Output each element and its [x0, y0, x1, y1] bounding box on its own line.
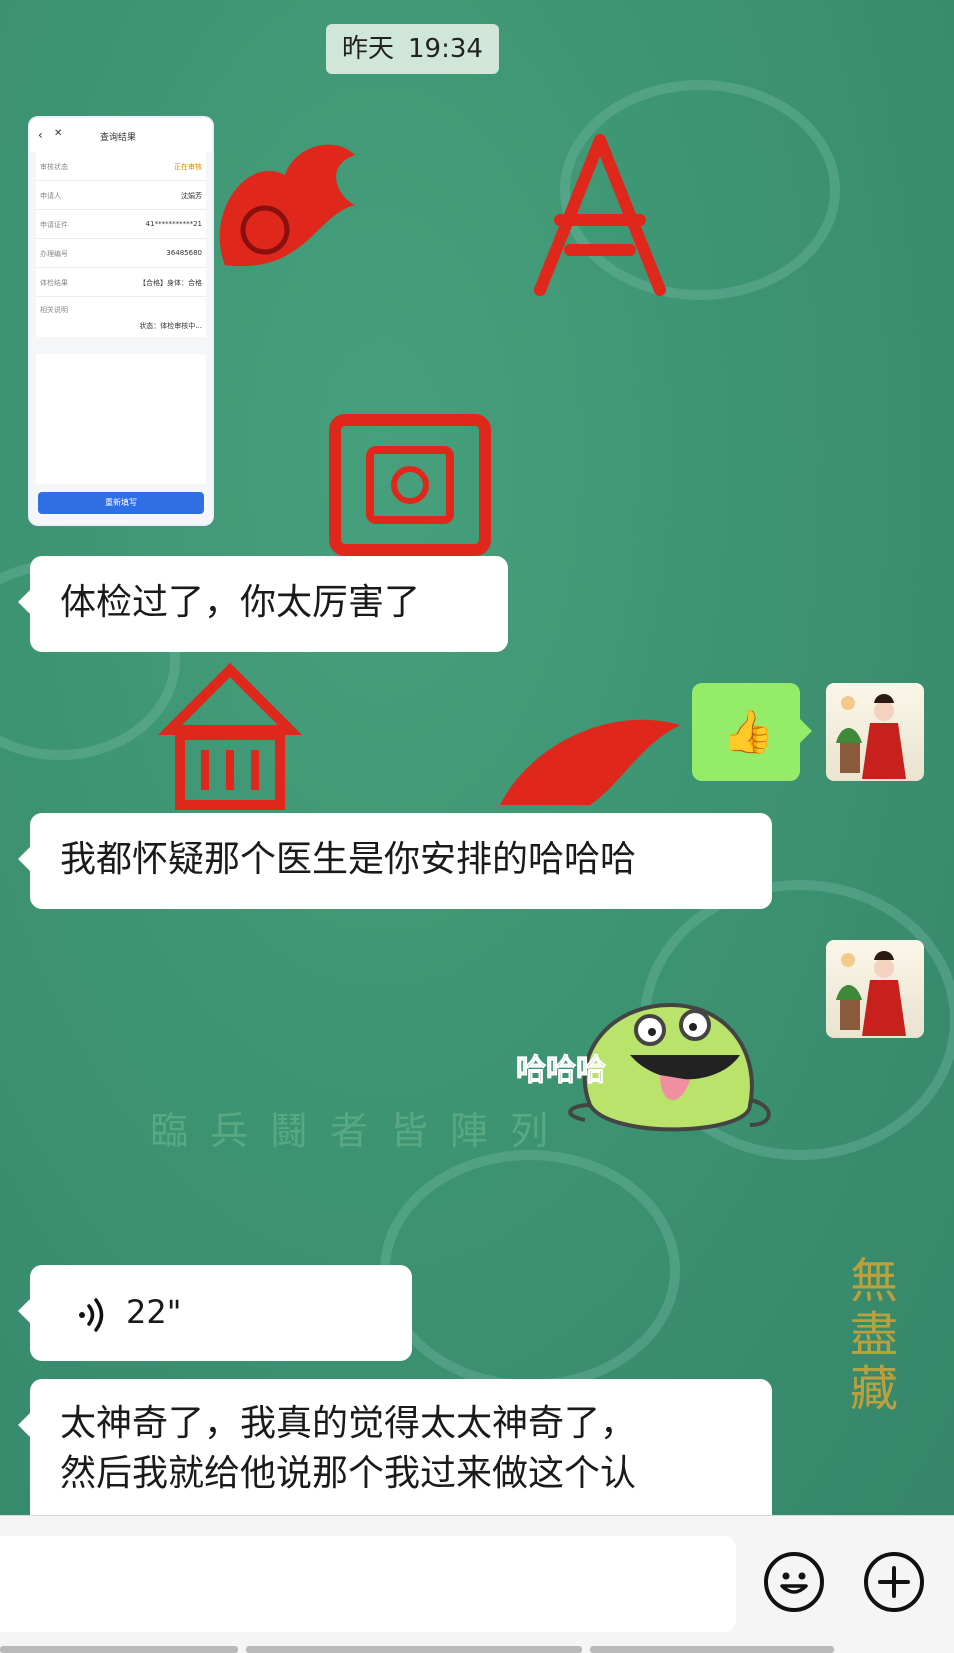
plus-icon — [878, 1566, 910, 1598]
red-flame-ornament — [219, 144, 355, 267]
red-seal-ornament — [329, 414, 491, 556]
input-toolbar — [0, 1515, 954, 1653]
message-input[interactable] — [0, 1536, 736, 1632]
message-timestamp: 昨天 19:34 — [326, 24, 499, 74]
screenshot-row: 申请证件 41***********21 — [36, 210, 206, 239]
message-text: 我都怀疑那个医生是你安排的哈哈哈 — [60, 839, 637, 880]
message-text-line: 太神奇了，我真的觉得太太神奇了， — [60, 1403, 637, 1444]
plus-button[interactable] — [864, 1552, 924, 1612]
timestamp-time: 19:34 — [408, 34, 483, 64]
avatar-figure-icon — [836, 694, 906, 779]
screenshot-title: 查询结果 — [100, 133, 137, 143]
screenshot-row: 审核状态 正在审核 — [36, 152, 206, 181]
background-vertical-text: 無盡藏 — [841, 1255, 897, 1417]
voice-wave-icon — [79, 1298, 104, 1332]
red-glyph-ornament — [534, 134, 666, 296]
timestamp-day: 昨天 — [342, 34, 395, 64]
image-message[interactable]: ‹ ✕ 查询结果 审核状态 正在审核 申请人 沈娟芳 申请证件 41*********… — [30, 118, 212, 524]
voice-duration: 22" — [126, 1293, 182, 1331]
screenshot-row: 体检结果 【合格】身体：合格 — [36, 268, 206, 297]
received-text-message[interactable]: 体检过了，你太厉害了 — [18, 556, 508, 652]
close-icon: ✕ — [54, 128, 63, 139]
voice-message[interactable]: 22" — [18, 1265, 412, 1361]
emoji-button[interactable] — [764, 1552, 824, 1612]
thumbs-up-icon: 👍 — [722, 707, 775, 756]
message-text: 体检过了，你太厉害了 — [60, 582, 421, 623]
avatar-figure-icon — [836, 951, 906, 1036]
screenshot-row: 办理编号 36485680 — [36, 239, 206, 268]
background-swirl — [380, 1150, 680, 1390]
screenshot-refill-button: 重新填写 — [38, 492, 204, 514]
avatar[interactable] — [826, 940, 924, 1038]
background-row-text: 臨兵鬪者皆陣列 — [150, 1109, 571, 1153]
back-icon: ‹ — [38, 128, 43, 142]
message-text-line: 然后我就给他说那个我过来做这个认 — [60, 1453, 637, 1494]
smile-icon — [780, 1572, 808, 1594]
red-wing-ornament — [500, 719, 680, 805]
received-text-message[interactable]: 我都怀疑那个医生是你安排的哈哈哈 — [18, 813, 772, 909]
red-tower-ornament — [157, 662, 303, 810]
avatar[interactable] — [826, 683, 924, 781]
screenshot-header: ‹ ✕ 查询结果 — [30, 118, 212, 152]
sticker-text: 哈哈哈 — [516, 1053, 607, 1089]
sticker-message[interactable]: 哈哈哈 — [510, 995, 780, 1145]
screenshot-row: 申请人 沈娟芳 — [36, 181, 206, 210]
screenshot-row: 相关说明 状态：体检审核中... — [36, 297, 206, 337]
sent-emoji-message[interactable]: 👍 — [692, 683, 812, 781]
